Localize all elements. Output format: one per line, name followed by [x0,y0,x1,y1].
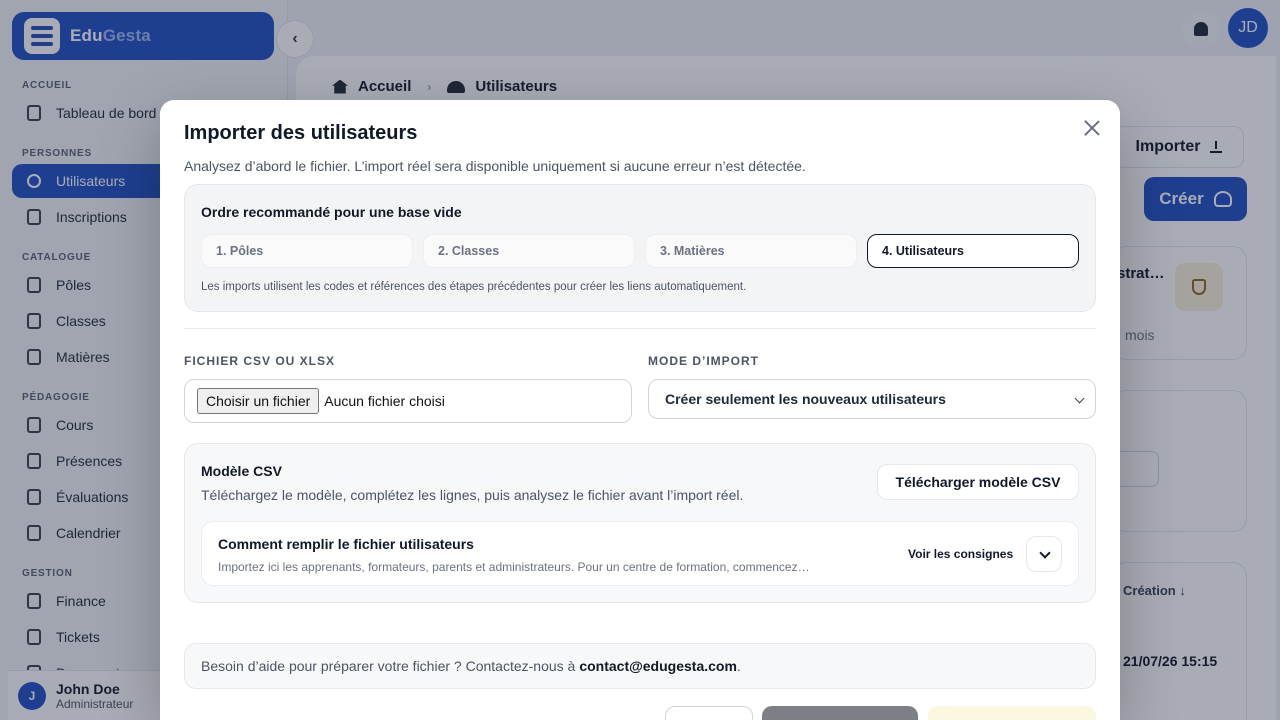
order-step: 1. Pôles [201,234,413,268]
divider [184,328,1096,329]
import-users-modal: Importer des utilisateurs Analysez d’abo… [160,100,1120,720]
chevron-down-icon [1074,393,1085,404]
order-step: 2. Classes [423,234,635,268]
guide-toggle-button[interactable] [1026,536,1062,572]
cancel-button[interactable] [665,706,753,720]
import-mode-select[interactable]: Créer seulement les nouveaux utilisateur… [648,379,1096,419]
recommended-order: Ordre recommandé pour une base vide 1. P… [184,184,1096,312]
csv-description: Téléchargez le modèle, complétez les lig… [201,487,744,503]
order-note: Les imports utilisent les codes et référ… [201,281,747,293]
file-label: FICHIER CSV OU XLSX [184,354,336,368]
guide-title: Comment remplir le fichier utilisateurs [218,536,474,552]
analyze-button[interactable] [762,706,918,720]
help-email-link[interactable]: contact@edugesta.com [579,658,737,674]
chevron-down-icon [1039,547,1051,559]
close-icon[interactable] [1084,120,1100,136]
help-box: Besoin d’aide pour préparer votre fichie… [184,643,1096,689]
modal-title: Importer des utilisateurs [184,122,418,144]
help-text: Besoin d’aide pour préparer votre fichie… [201,658,576,674]
import-submit-button[interactable] [928,706,1096,720]
csv-title: Modèle CSV [201,463,282,479]
choose-file-button[interactable]: Choisir un fichier [197,388,320,414]
mode-label: MODE D’IMPORT [648,354,759,368]
order-step: 3. Matières [645,234,857,268]
guide-description: Importez ici les apprenants, formateurs,… [218,560,810,574]
file-status: Aucun fichier choisi [324,393,445,409]
import-mode-value: Créer seulement les nouveaux utilisateur… [665,391,946,407]
download-template-button[interactable]: Télécharger modèle CSV [877,464,1079,500]
order-steps: 1. Pôles 2. Classes 3. Matières 4. Utilisat… [201,234,1079,268]
file-input[interactable]: Choisir un fichier Aucun fichier choisi [184,379,632,423]
order-step: 4. Utilisateurs [867,234,1079,268]
order-title: Ordre recommandé pour une base vide [201,204,462,220]
csv-template-panel: Modèle CSV Téléchargez le modèle, complé… [184,443,1096,603]
modal-subtitle: Analysez d’abord le fichier. L’import ré… [184,158,806,174]
help-suffix: . [736,658,741,674]
guide-panel[interactable]: Comment remplir le fichier utilisateurs … [201,521,1079,586]
guide-toggle-label[interactable]: Voir les consignes [908,547,1013,561]
